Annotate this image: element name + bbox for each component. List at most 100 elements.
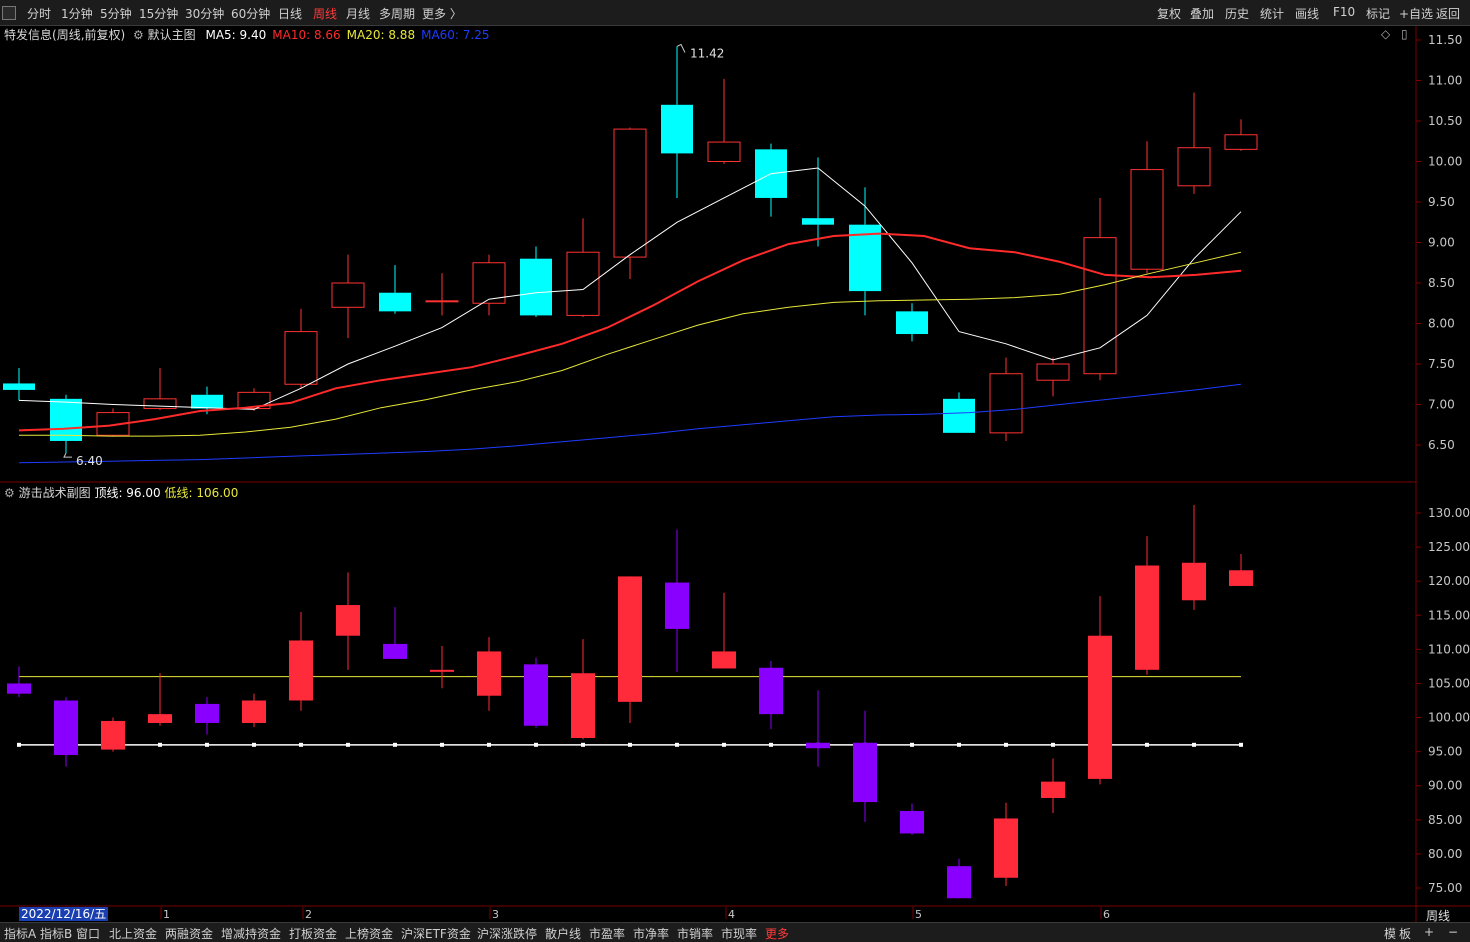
indicator-tab-3[interactable]: 北上资金 <box>109 925 157 942</box>
candle-body <box>896 311 928 335</box>
sub-candle-body <box>524 664 548 726</box>
indicator-tab-1[interactable]: 指标B <box>40 925 72 942</box>
top-line-dot <box>628 742 632 747</box>
chart-canvas[interactable]: 11.50 11.00 10.50 10.00 9.50 9.00 8.50 8.00 7.50… <box>0 0 1470 941</box>
sub-candle-body <box>430 669 454 672</box>
top-line-dot <box>346 742 350 747</box>
top-line-dot <box>1004 742 1008 747</box>
sub-candle-body <box>336 605 360 636</box>
sub-candle-body <box>665 582 689 629</box>
sub-candles <box>7 504 1253 899</box>
sub-tick-label: 105.00 <box>1428 676 1470 690</box>
sub-candle-body <box>148 714 172 723</box>
sub-candle-body <box>571 673 595 738</box>
sub-candle-body <box>1182 562 1206 601</box>
sub-candle-body <box>195 703 219 723</box>
candle-body <box>1036 363 1070 381</box>
indicator-tab-6[interactable]: 打板资金 <box>289 925 337 942</box>
top-line-dot <box>1192 742 1196 747</box>
sub-candle-body <box>101 720 125 750</box>
indicator-tab-5[interactable]: 增减持资金 <box>221 925 281 942</box>
ma-line-ma5 <box>18 167 1242 410</box>
candle-body <box>520 258 552 316</box>
top-line-dot <box>910 742 914 747</box>
low-marker-label: 6.40 <box>76 454 103 468</box>
sub-tick-label: 75.00 <box>1428 881 1462 895</box>
top-line-dot <box>534 742 538 747</box>
sub-tick-label: 100.00 <box>1428 711 1470 725</box>
sub-candle-body <box>1135 565 1159 670</box>
bottom-control-1[interactable]: 板 <box>1399 925 1411 942</box>
sub-tick-label: 90.00 <box>1428 779 1462 793</box>
top-line-dot <box>252 742 256 747</box>
indicator-tab-4[interactable]: 两融资金 <box>165 925 213 942</box>
sub-tick-label: 85.00 <box>1428 813 1462 827</box>
candle-body <box>3 383 35 390</box>
high-marker-label: 11.42 <box>690 46 724 60</box>
main-tick-label: 6.50 <box>1428 438 1455 452</box>
indicator-tab-12[interactable]: 市净率 <box>633 925 669 942</box>
candle-body <box>566 251 600 316</box>
top-line-dot <box>1145 742 1149 747</box>
sub-candle-body <box>806 742 830 749</box>
sub-tick-label: 130.00 <box>1428 506 1470 520</box>
top-line-dot <box>17 742 21 747</box>
main-tick-label: 10.50 <box>1428 114 1462 128</box>
indicator-tab-14[interactable]: 市现率 <box>721 925 757 942</box>
bottom-control-3[interactable]: − <box>1448 925 1458 939</box>
month-label: 3 <box>492 908 499 921</box>
main-tick-label: 10.00 <box>1428 155 1462 169</box>
top-line-dot <box>158 742 162 747</box>
main-y-ticks: 11.50 11.00 10.50 10.00 9.50 9.00 8.50 8.00 7.50… <box>1416 33 1462 452</box>
indicator-tab-0[interactable]: 指标A <box>4 925 36 942</box>
candle-body <box>379 292 411 312</box>
sub-candle-body <box>383 643 407 659</box>
bottom-control-2[interactable]: + <box>1424 925 1434 939</box>
top-line-dot <box>1051 742 1055 747</box>
bottom-tabbar: 指标A 指标B 窗口 北上资金 两融资金 增减持资金 打板资金 上榜资金 沪深ETF资金 沪深涨跌… <box>0 922 1470 942</box>
sub-candle-body <box>853 742 877 803</box>
top-line-dot <box>722 742 726 747</box>
sub-tick-label: 80.00 <box>1428 847 1462 861</box>
sub-candle-body <box>54 700 78 756</box>
month-label: 1 <box>163 908 170 921</box>
sub-candle-body <box>618 576 642 702</box>
top-line-dot <box>675 742 679 747</box>
indicator-tab-2[interactable]: 窗口 <box>76 925 100 942</box>
candle-body <box>331 282 365 308</box>
main-tick-label: 11.00 <box>1428 74 1462 88</box>
candle-body <box>613 128 647 258</box>
main-tick-label: 11.50 <box>1428 33 1462 47</box>
candle-body <box>1083 237 1117 375</box>
candle-body <box>143 398 177 410</box>
indicator-tab-8[interactable]: 沪深ETF资金 <box>401 925 471 942</box>
sub-candle-body <box>1229 570 1253 586</box>
ma-lines <box>18 167 1242 464</box>
sub-candle-body <box>242 700 266 723</box>
candle-body <box>1177 147 1211 187</box>
sub-tick-label: 125.00 <box>1428 540 1470 554</box>
top-line-dot <box>299 742 303 747</box>
candle-body <box>661 104 693 154</box>
sub-candle-body <box>1088 635 1112 779</box>
sub-tick-label: 110.00 <box>1428 642 1470 656</box>
sub-candle-body <box>994 818 1018 878</box>
main-tick-label: 8.50 <box>1428 276 1455 290</box>
candle-body <box>425 300 459 303</box>
bottom-control-0[interactable]: 模 <box>1384 925 1396 942</box>
sub-tick-label: 120.00 <box>1428 574 1470 588</box>
top-line-dot <box>487 742 491 747</box>
top-line-dot <box>769 742 773 747</box>
top-line-dot <box>957 742 961 747</box>
indicator-tab-13[interactable]: 市销率 <box>677 925 713 942</box>
indicator-tab-11[interactable]: 市盈率 <box>589 925 625 942</box>
indicator-tab-10[interactable]: 散户线 <box>545 925 581 942</box>
indicator-tab-15[interactable]: 更多 <box>765 925 789 942</box>
indicator-tab-9[interactable]: 沪深涨跌停 <box>477 925 537 942</box>
sub-candle-body <box>1041 781 1065 798</box>
indicator-tab-7[interactable]: 上榜资金 <box>345 925 393 942</box>
sub-tick-label: 115.00 <box>1428 608 1470 622</box>
sub-candle-body <box>900 810 924 834</box>
sub-tick-label: 95.00 <box>1428 745 1462 759</box>
x-axis: 1 2 3 4 5 6 <box>160 907 1110 921</box>
